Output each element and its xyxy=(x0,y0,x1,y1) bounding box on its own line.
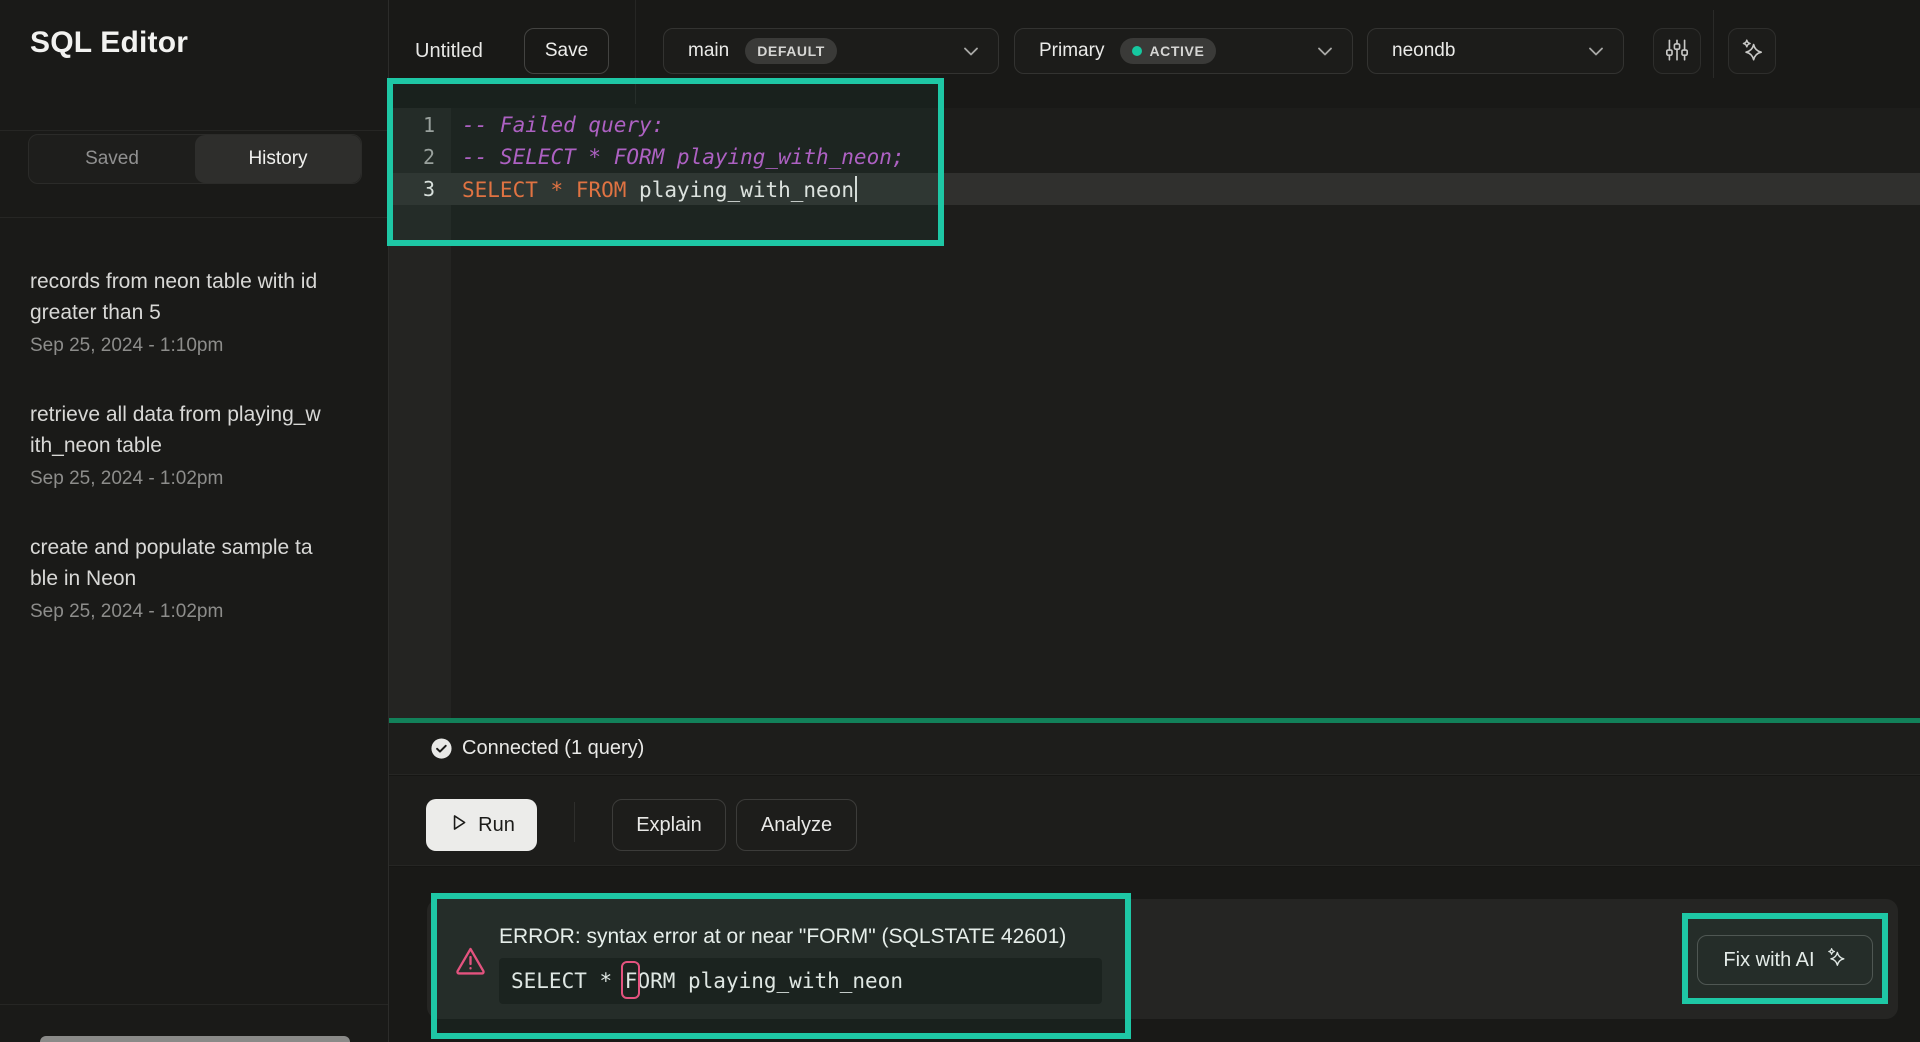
error-highlight-char: F xyxy=(625,958,638,1004)
error-message: ERROR: syntax error at or near "FORM" (S… xyxy=(499,925,1066,949)
status-dot xyxy=(1132,46,1142,56)
sparkle-icon xyxy=(1825,946,1847,974)
text-cursor xyxy=(855,176,857,202)
sliders-icon xyxy=(1664,37,1690,66)
history-item[interactable]: create and populate sample ta ble in Neo… xyxy=(30,532,361,623)
topbar: Untitled Save main DEFAULT Primary ACTIV… xyxy=(389,0,1920,108)
history-item[interactable]: records from neon table with id greater … xyxy=(30,266,361,357)
sidebar-tabs: Saved History xyxy=(28,134,362,184)
line-number: 3 xyxy=(389,177,451,201)
run-label: Run xyxy=(478,814,515,837)
topbar-divider xyxy=(1713,10,1714,78)
actions-divider xyxy=(574,802,575,842)
play-icon xyxy=(448,812,469,839)
sidebar-divider xyxy=(0,217,388,218)
tab-saved[interactable]: Saved xyxy=(29,135,195,183)
code-line: 2-- SELECT * FORM playing_with_neon; xyxy=(389,141,1920,173)
code-editor[interactable]: 1-- Failed query:2-- SELECT * FORM playi… xyxy=(389,108,1920,718)
history-item-title: create and populate sample ta ble in Neo… xyxy=(30,532,361,594)
fix-with-ai-button[interactable]: Fix with AI xyxy=(1697,935,1873,985)
settings-sliders-button[interactable] xyxy=(1653,28,1701,74)
ai-assist-button[interactable] xyxy=(1728,28,1776,74)
history-item-date: Sep 25, 2024 - 1:02pm xyxy=(30,601,361,623)
history-item[interactable]: retrieve all data from playing_w ith_neo… xyxy=(30,399,361,490)
compute-active-label: ACTIVE xyxy=(1149,43,1204,59)
partial-bottom-element xyxy=(40,1036,350,1042)
results-panel: ERROR: syntax error at or near "FORM" (S… xyxy=(389,867,1920,1042)
sparkle-icon xyxy=(1739,37,1765,66)
code-line: 1-- Failed query: xyxy=(389,109,1920,141)
code-line-content: -- SELECT * FORM playing_with_neon; xyxy=(451,145,905,169)
branch-selector[interactable]: main DEFAULT xyxy=(663,28,999,74)
code-lines: 1-- Failed query:2-- SELECT * FORM playi… xyxy=(389,109,1920,205)
run-button[interactable]: Run xyxy=(426,799,537,851)
history-item-date: Sep 25, 2024 - 1:10pm xyxy=(30,335,361,357)
query-title: Untitled xyxy=(415,28,483,74)
actions-toolbar: Run Explain Analyze xyxy=(389,776,1920,866)
history-item-title: retrieve all data from playing_w ith_neo… xyxy=(30,399,361,461)
tab-history[interactable]: History xyxy=(195,135,361,183)
code-line: 3SELECT * FROM playing_with_neon xyxy=(389,173,1920,205)
sql-editor-app: SQL Editor Saved History records from ne… xyxy=(0,0,1920,1042)
compute-name: Primary xyxy=(1039,40,1104,62)
error-query-prefix: SELECT * xyxy=(511,969,625,993)
sidebar-divider xyxy=(0,130,388,131)
sidebar: SQL Editor Saved History records from ne… xyxy=(0,0,389,1042)
compute-selector[interactable]: Primary ACTIVE xyxy=(1014,28,1353,74)
chevron-down-icon xyxy=(964,47,978,56)
database-selector[interactable]: neondb xyxy=(1367,28,1624,74)
error-card: ERROR: syntax error at or near "FORM" (S… xyxy=(427,899,1898,1019)
database-name: neondb xyxy=(1392,40,1455,62)
warning-triangle-icon xyxy=(454,944,487,982)
code-line-content: -- Failed query: xyxy=(451,113,664,137)
branch-name: main xyxy=(688,40,729,62)
compute-active-badge: ACTIVE xyxy=(1120,38,1216,64)
connection-status-text: Connected (1 query) xyxy=(462,737,644,760)
page-title: SQL Editor xyxy=(30,26,188,60)
error-query-snippet: SELECT * FORM playing_with_neon xyxy=(499,958,1102,1004)
chevron-down-icon xyxy=(1318,47,1332,56)
history-item-date: Sep 25, 2024 - 1:02pm xyxy=(30,468,361,490)
code-line-content: SELECT * FROM playing_with_neon xyxy=(451,176,857,202)
chevron-down-icon xyxy=(1589,47,1603,56)
history-item-title: records from neon table with id greater … xyxy=(30,266,361,328)
error-query-suffix: ORM playing_with_neon xyxy=(637,969,903,993)
topbar-divider xyxy=(635,0,636,104)
explain-button[interactable]: Explain xyxy=(612,799,726,851)
check-circle-icon xyxy=(430,737,453,760)
connection-statusbar: Connected (1 query) xyxy=(389,723,1920,775)
save-button[interactable]: Save xyxy=(524,28,609,74)
fix-with-ai-label: Fix with AI xyxy=(1723,949,1814,972)
analyze-button[interactable]: Analyze xyxy=(736,799,857,851)
sidebar-divider xyxy=(0,1004,388,1005)
branch-default-badge: DEFAULT xyxy=(745,38,837,64)
history-list: records from neon table with id greater … xyxy=(30,266,361,665)
line-number: 2 xyxy=(389,145,451,169)
line-number: 1 xyxy=(389,113,451,137)
